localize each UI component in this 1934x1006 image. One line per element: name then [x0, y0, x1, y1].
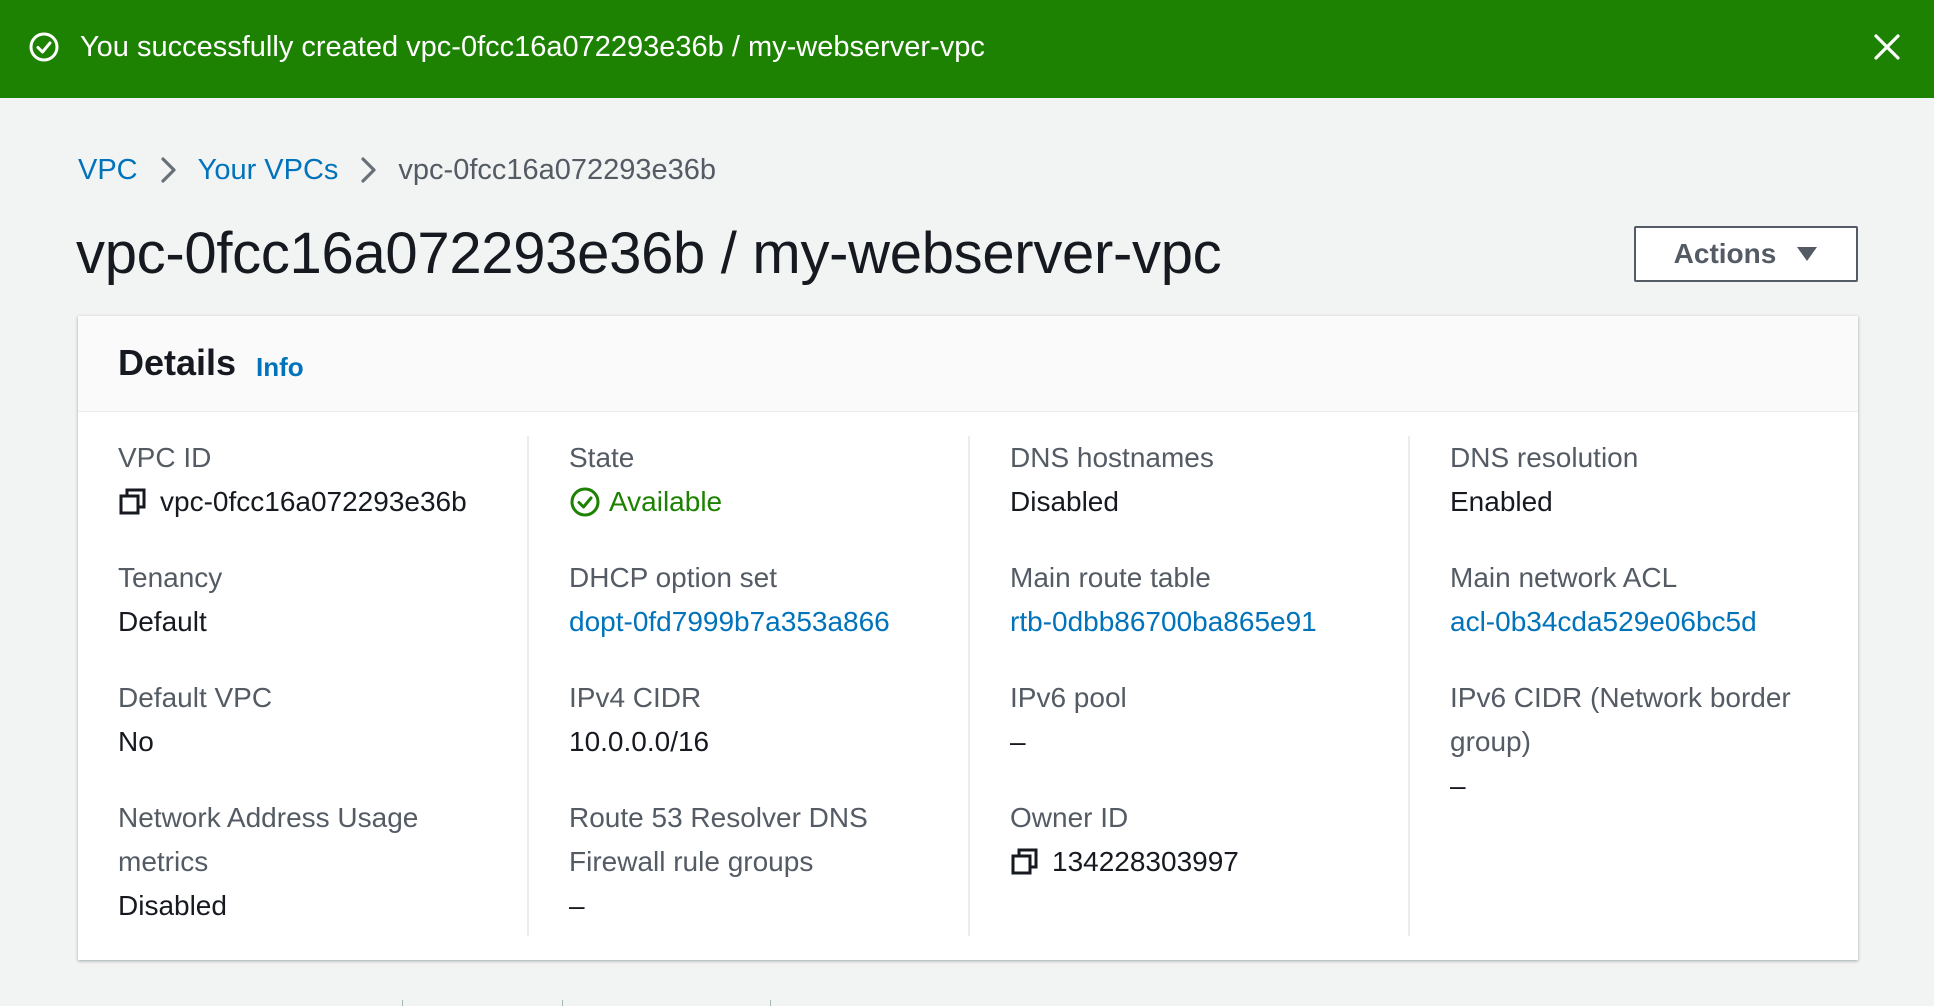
field-label: Route 53 Resolver DNS [569, 802, 868, 833]
field-value: – [1450, 770, 1466, 801]
field-default-vpc: Default VPC No [118, 676, 272, 764]
field-main-network-acl: Main network ACL acl-0b34cda529e06bc5d [1450, 556, 1757, 644]
owner-id-value: 134228303997 [1052, 846, 1239, 877]
field-label: metrics [118, 846, 209, 877]
field-label: Main route table [1010, 562, 1211, 593]
breadcrumb: VPC Your VPCs vpc-0fcc16a072293e36b [78, 150, 716, 190]
field-value: vpc-0fcc16a072293e36b [118, 480, 467, 524]
main-route-table-link[interactable]: rtb-0dbb86700ba865e91 [1010, 600, 1317, 644]
chevron-right-icon [350, 150, 386, 190]
field-value: – [569, 890, 585, 921]
details-column-4: DNS resolution Enabled Main network ACL … [1408, 436, 1858, 936]
breadcrumb-vpc[interactable]: VPC [78, 154, 138, 187]
field-label: DHCP option set [569, 562, 778, 593]
field-label: VPC ID [118, 442, 212, 473]
close-icon[interactable] [1870, 30, 1904, 64]
tab-divider [402, 1000, 403, 1006]
breadcrumb-current: vpc-0fcc16a072293e36b [398, 153, 717, 186]
flash-message: You successfully created vpc-0fcc16a0722… [80, 31, 985, 63]
tab-divider [562, 1000, 563, 1006]
field-label: Main network ACL [1450, 562, 1678, 593]
dhcp-option-set-link[interactable]: dopt-0fd7999b7a353a866 [569, 600, 890, 644]
field-label: IPv4 CIDR [569, 682, 702, 713]
success-flash-banner: You successfully created vpc-0fcc16a0722… [0, 0, 1934, 98]
field-ipv6-cidr: IPv6 CIDR (Network border group) – [1450, 676, 1791, 808]
field-route53-resolver: Route 53 Resolver DNS Firewall rule grou… [569, 796, 868, 928]
copy-icon[interactable] [118, 487, 148, 517]
field-label: IPv6 pool [1010, 682, 1127, 713]
field-value: Default [118, 606, 207, 637]
field-network-address-usage: Network Address Usage metrics Disabled [118, 796, 418, 928]
field-label: Owner ID [1010, 802, 1129, 833]
field-value: – [1010, 726, 1026, 757]
info-link[interactable]: Info [256, 350, 304, 384]
details-column-3: DNS hostnames Disabled Main route table … [968, 436, 1410, 936]
caret-down-icon [1797, 247, 1818, 261]
field-tenancy: Tenancy Default [118, 556, 222, 644]
field-label: group) [1450, 726, 1531, 757]
check-circle-icon [570, 487, 600, 517]
copy-icon[interactable] [1010, 847, 1040, 877]
field-dns-resolution: DNS resolution Enabled [1450, 436, 1638, 524]
field-label: Default VPC [118, 682, 273, 713]
actions-button-label: Actions [1673, 238, 1777, 269]
field-label: State [569, 442, 635, 473]
actions-button[interactable]: Actions [1634, 226, 1858, 282]
tab-divider [770, 1000, 771, 1006]
field-state: State Available [569, 436, 722, 524]
details-column-2: State Available DHCP option set dopt-0fd… [527, 436, 969, 936]
field-value: 10.0.0.0/16 [569, 726, 710, 757]
field-vpc-id: VPC ID vpc-0fcc16a072293e36b [118, 436, 467, 524]
field-value: Available [569, 480, 722, 524]
breadcrumb-your-vpcs[interactable]: Your VPCs [198, 154, 339, 187]
main-network-acl-link[interactable]: acl-0b34cda529e06bc5d [1450, 600, 1757, 644]
page-title: vpc-0fcc16a072293e36b / my-webserver-vpc [76, 221, 1222, 286]
field-value: 134228303997 [1010, 840, 1239, 884]
field-value: Disabled [118, 890, 227, 921]
field-owner-id: Owner ID 134228303997 [1010, 796, 1239, 884]
details-column-1: VPC ID vpc-0fcc16a072293e36b Tenancy Def… [78, 436, 518, 936]
field-value: Disabled [1010, 486, 1119, 517]
check-circle-icon [29, 32, 59, 62]
field-value: Enabled [1450, 486, 1553, 517]
field-label: Network Address Usage [118, 802, 419, 833]
tabs-edge [0, 1000, 1934, 1006]
field-label: Firewall rule groups [569, 846, 814, 877]
field-label: IPv6 CIDR (Network border [1450, 682, 1791, 713]
field-label: DNS resolution [1450, 442, 1639, 473]
field-label: DNS hostnames [1010, 442, 1214, 473]
field-ipv4-cidr: IPv4 CIDR 10.0.0.0/16 [569, 676, 709, 764]
chevron-right-icon [150, 150, 186, 190]
field-dns-hostnames: DNS hostnames Disabled [1010, 436, 1214, 524]
details-panel: Details Info VPC ID vpc-0fcc16a072293e36… [78, 316, 1858, 960]
field-main-route-table: Main route table rtb-0dbb86700ba865e91 [1010, 556, 1317, 644]
details-title: Details [118, 342, 237, 383]
field-value: No [118, 726, 154, 757]
details-panel-header: Details Info [78, 316, 1858, 412]
vpc-id-value: vpc-0fcc16a072293e36b [160, 486, 467, 517]
field-label: Tenancy [118, 562, 223, 593]
field-dhcp-option-set: DHCP option set dopt-0fd7999b7a353a866 [569, 556, 890, 644]
field-ipv6-pool: IPv6 pool – [1010, 676, 1127, 764]
state-value: Available [609, 486, 723, 517]
